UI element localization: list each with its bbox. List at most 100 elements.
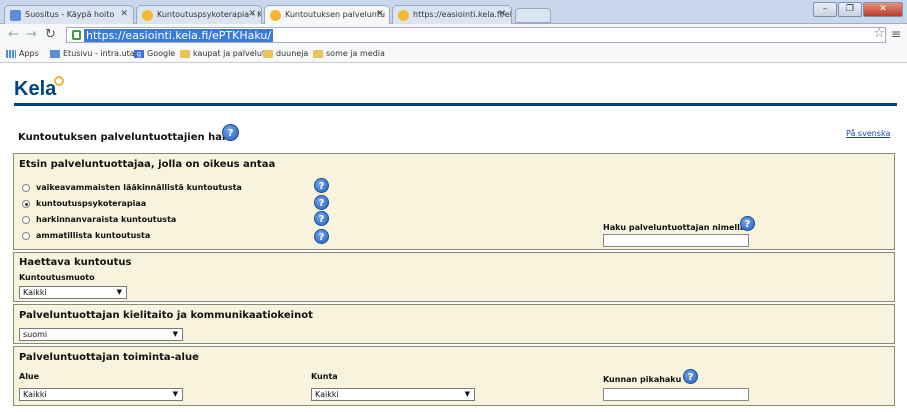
apps-icon — [6, 49, 16, 58]
lock-icon — [72, 30, 81, 40]
close-icon[interactable]: ✕ — [498, 9, 506, 19]
tab-label: Suositus - Käypä hoito — [25, 10, 115, 19]
select-value: Kaikki — [315, 390, 339, 399]
kela-icon — [398, 10, 409, 21]
bookmark-folder-duuneja[interactable]: duuneja — [263, 49, 308, 58]
radio-option-harkinnanvarainen[interactable]: harkinnanvaraista kuntoutusta — [22, 215, 176, 224]
help-icon[interactable]: ? — [314, 229, 329, 244]
window-close-button[interactable]: ✕ — [863, 2, 903, 17]
radio-option-vaikeavammaiset[interactable]: vaikeavammaisten lääkinnällistä kuntoutu… — [22, 183, 242, 192]
rehab-form-label: Kuntoutusmuoto — [19, 273, 95, 282]
bookmark-google[interactable]: g Google — [134, 49, 175, 58]
bookmark-label: kaupat ja palvelut — [193, 49, 266, 58]
kela-logo[interactable]: Kela — [14, 78, 56, 101]
menu-icon[interactable]: ≡ — [891, 27, 901, 41]
bookmark-apps[interactable]: Apps — [6, 49, 39, 58]
close-icon[interactable]: ✕ — [376, 9, 384, 19]
help-icon[interactable]: ? — [683, 369, 698, 384]
help-icon[interactable]: ? — [740, 216, 755, 231]
bookmark-folder-some[interactable]: some ja media — [313, 49, 385, 58]
radio-button[interactable] — [22, 183, 30, 192]
radio-button[interactable] — [22, 215, 30, 224]
swedish-language-link[interactable]: På svenska — [846, 129, 890, 138]
address-toolbar: ← → ↻ https://easiointi.kela.fi/ePTKHaku… — [0, 24, 907, 46]
name-search-input[interactable] — [603, 234, 749, 247]
name-search-label: Haku palveluntuottajan nimellä — [603, 223, 746, 232]
tab-label: Kuntoutuksen palveluntu — [285, 10, 386, 19]
rehab-form-select[interactable]: Kaikki ▼ — [19, 286, 127, 299]
panel-title: Palveluntuottajan kielitaito ja kommunik… — [19, 310, 313, 321]
bookmark-folder-kaupat[interactable]: kaupat ja palvelut — [180, 49, 265, 58]
page-icon — [50, 49, 60, 58]
panel-title: Etsin palveluntuottajaa, jolla on oikeus… — [19, 159, 276, 170]
language-panel: Palveluntuottajan kielitaito ja kommunik… — [13, 304, 895, 344]
close-icon[interactable]: ✕ — [120, 9, 128, 19]
radio-button[interactable] — [22, 199, 30, 208]
bookmark-intra[interactable]: Etusivu - intra.uta — [50, 49, 135, 58]
dropdown-arrow-icon: ▼ — [116, 288, 122, 296]
url-input[interactable]: https://easiointi.kela.fi/ePTKHaku/ — [66, 27, 886, 43]
municipality-select[interactable]: Kaikki ▼ — [311, 388, 475, 401]
header-divider — [14, 103, 897, 106]
url-text: https://easiointi.kela.fi/ePTKHaku/ — [84, 29, 274, 42]
help-icon[interactable]: ? — [314, 178, 329, 193]
dropdown-arrow-icon: ▼ — [172, 330, 178, 338]
panel-title: Palveluntuottajan toiminta-alue — [19, 352, 199, 363]
forward-arrow-icon[interactable]: → — [26, 27, 37, 42]
bookmark-label: Apps — [19, 49, 39, 58]
language-select[interactable]: suomi ▼ — [19, 328, 183, 341]
radio-label: harkinnanvaraista kuntoutusta — [36, 215, 177, 224]
region-label: Alue — [19, 372, 40, 381]
browser-tab-3[interactable]: Kuntoutuksen palveluntu ✕ — [264, 5, 390, 25]
region-select[interactable]: Kaikki ▼ — [19, 388, 183, 401]
folder-icon — [263, 49, 273, 58]
radio-option-kuntoutuspsykoterapia[interactable]: kuntoutuspsykoterapiaa — [22, 199, 146, 208]
help-icon[interactable]: ? — [222, 124, 239, 141]
bookmark-label: Google — [147, 49, 176, 58]
help-icon[interactable]: ? — [314, 211, 329, 226]
google-icon: g — [134, 49, 144, 58]
back-arrow-icon[interactable]: ← — [8, 27, 19, 42]
browser-tab-2[interactable]: Kuntoutuspsykoterapia - K ✕ — [136, 5, 262, 24]
page-icon — [10, 10, 21, 21]
kela-icon — [270, 10, 281, 21]
tab-bar: Suositus - Käypä hoito ✕ Kuntoutuspsykot… — [0, 0, 907, 25]
folder-icon — [180, 49, 190, 58]
panel-title: Haettava kuntoutus — [19, 257, 132, 268]
reload-icon[interactable]: ↻ — [45, 27, 56, 42]
dropdown-arrow-icon: ▼ — [464, 390, 470, 398]
new-tab-button[interactable] — [515, 8, 551, 23]
area-panel: Palveluntuottajan toiminta-alue Alue Kai… — [13, 346, 895, 406]
quick-search-label: Kunnan pikahaku — [603, 375, 682, 384]
browser-tab-1[interactable]: Suositus - Käypä hoito ✕ — [4, 5, 134, 24]
select-value: Kaikki — [23, 390, 47, 399]
bookmark-label: some ja media — [326, 49, 385, 58]
rehab-type-panel: Haettava kuntoutus Kuntoutusmuoto Kaikki… — [13, 252, 895, 302]
radio-button[interactable] — [22, 231, 30, 240]
provider-type-panel: Etsin palveluntuottajaa, jolla on oikeus… — [13, 153, 895, 250]
window-controls: – ❐ ✕ — [813, 2, 903, 17]
select-value: Kaikki — [23, 288, 47, 297]
dropdown-arrow-icon: ▼ — [172, 390, 178, 398]
help-icon[interactable]: ? — [314, 195, 329, 210]
bookmark-label: duuneja — [276, 49, 309, 58]
bookmark-label: Etusivu - intra.uta — [63, 49, 135, 58]
bookmarks-bar: Apps Etusivu - intra.uta g Google kaupat… — [0, 46, 907, 63]
tab-label: https://easiointi.kela.fi/eP — [413, 10, 512, 19]
page-title: Kuntoutuksen palveluntuottajien haku — [18, 132, 236, 143]
municipality-quick-search-input[interactable] — [603, 388, 749, 401]
browser-tab-4[interactable]: https://easiointi.kela.fi/eP ✕ — [392, 5, 512, 24]
kela-crown-icon — [54, 76, 64, 86]
close-icon[interactable]: ✕ — [248, 9, 256, 19]
folder-icon — [313, 49, 323, 58]
radio-label: vaikeavammaisten lääkinnällistä kuntoutu… — [36, 183, 242, 192]
bookmark-star-icon[interactable]: ☆ — [873, 26, 885, 41]
tab-label: Kuntoutuspsykoterapia - K — [157, 10, 262, 19]
radio-option-ammatillinen[interactable]: ammatillista kuntoutusta — [22, 231, 150, 240]
municipality-label: Kunta — [311, 372, 338, 381]
maximize-button[interactable]: ❐ — [838, 2, 862, 17]
radio-label: kuntoutuspsykoterapiaa — [36, 199, 147, 208]
select-value: suomi — [23, 330, 48, 339]
kela-icon — [142, 10, 153, 21]
minimize-button[interactable]: – — [813, 2, 837, 17]
